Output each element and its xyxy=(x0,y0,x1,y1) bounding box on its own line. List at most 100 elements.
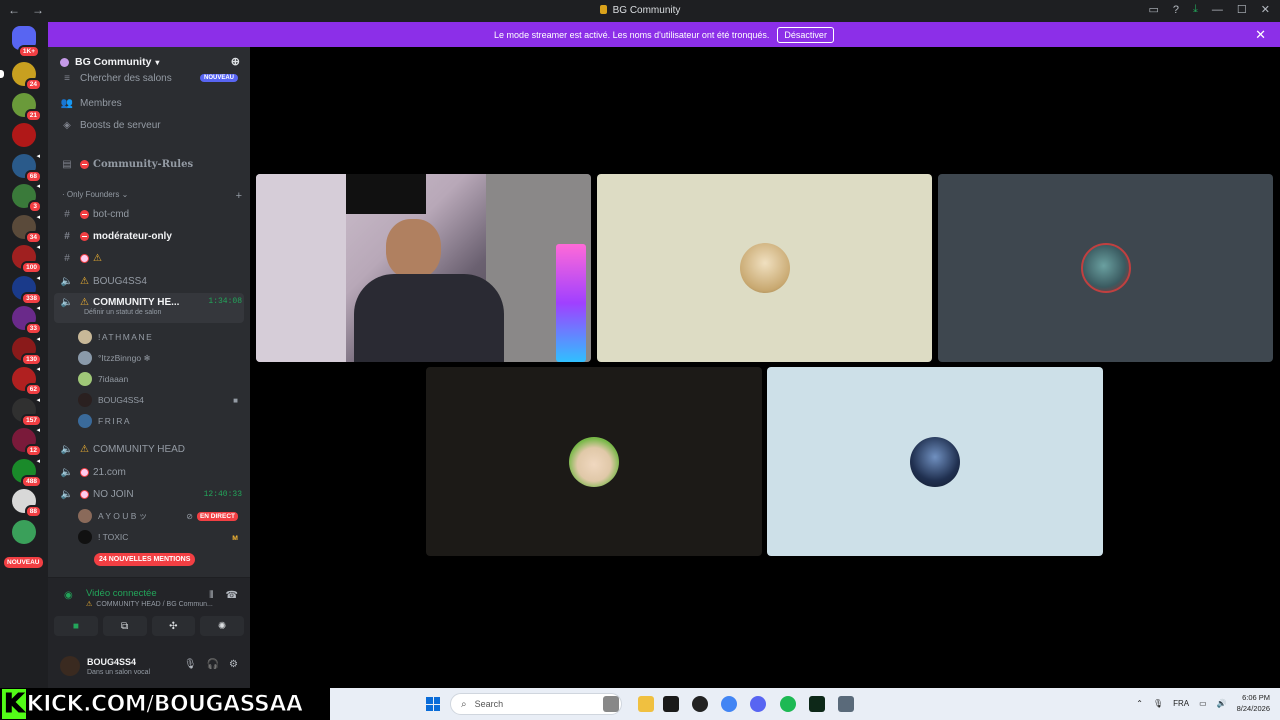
channel-status-hint[interactable]: Définir un statut de salon xyxy=(84,309,161,316)
voice-location[interactable]: ⚠ COMMUNITY HEAD / BG Commun... xyxy=(86,600,213,608)
server-icon[interactable]: 338 ◂ xyxy=(12,275,42,305)
start-windows-icon[interactable] xyxy=(426,697,440,711)
mention-badge: 488 xyxy=(21,474,42,488)
discord-icon[interactable] xyxy=(750,696,766,712)
banner-close-icon[interactable]: ✕ xyxy=(1255,27,1266,43)
speaker-icon: 🔈 xyxy=(60,297,74,308)
channel-moderateur-only[interactable]: # modérateur-only xyxy=(54,226,244,246)
soundboard-button[interactable]: ✺ xyxy=(200,616,244,636)
channel-community-head-voice[interactable]: 🔈 ⚠ COMMUNITY HEAD xyxy=(54,439,244,459)
voice-user[interactable]: BOUG4SS4 ■ xyxy=(78,391,238,409)
pc-case-lights xyxy=(556,244,586,362)
channel-warning[interactable]: # ⚠ xyxy=(54,248,244,268)
server-icon[interactable]: 488 ◂ xyxy=(12,458,42,488)
voice-status: Vidéo connectée xyxy=(86,588,157,599)
wall-backdrop xyxy=(256,174,346,362)
calculator-icon[interactable] xyxy=(838,696,854,712)
voice-user[interactable]: °ItzzBinngo ❄ xyxy=(78,349,238,367)
disable-streamer-button[interactable]: Désactiver xyxy=(777,26,834,43)
language-label[interactable]: FRA xyxy=(1173,699,1189,708)
voice-user[interactable]: ! TOXIC ᴍ xyxy=(78,528,238,546)
server-icon[interactable]: 68 ◂ xyxy=(12,153,42,183)
clock[interactable]: 6:06 PM 8/24/2026 xyxy=(1237,692,1270,714)
server-icon[interactable]: 130 ◂ xyxy=(12,336,42,366)
task-view-icon[interactable] xyxy=(603,696,619,712)
avatar[interactable] xyxy=(60,656,80,676)
kick-overlay: K KICK.COM/BOUGASSAA xyxy=(0,688,330,720)
no-entry-icon xyxy=(80,231,89,241)
mention-badge: 3 xyxy=(28,200,42,213)
spotify-icon[interactable] xyxy=(780,696,796,712)
noise-suppression-icon[interactable]: ⦀ xyxy=(209,590,213,601)
chevron-up-icon[interactable]: ⌃ xyxy=(1136,699,1143,708)
microphone-icon[interactable]: 🎙 xyxy=(1153,699,1163,708)
user-name: A Y O U B ッ xyxy=(98,511,148,521)
chrome-icon[interactable] xyxy=(721,696,737,712)
server-icon[interactable]: 21 xyxy=(12,92,42,122)
help-icon[interactable]: ? xyxy=(1173,4,1179,16)
obs-icon[interactable] xyxy=(692,696,708,712)
channel-bougass4-voice[interactable]: 🔈 ⚠ BOUG4SS4 xyxy=(54,271,244,291)
server-icon[interactable]: 12 ◂ xyxy=(12,427,42,457)
streamer-mode-banner: Le mode streamer est activé. Les noms d'… xyxy=(48,22,1280,47)
server-icon[interactable] xyxy=(12,123,36,147)
taskbar-search[interactable]: ⌕ Search xyxy=(450,693,622,715)
voice-user[interactable]: FRIRA xyxy=(78,412,238,430)
members-item[interactable]: 👥 Membres xyxy=(54,93,244,113)
voice-user[interactable]: A Y O U B ッ ⊘ EN DIRECT xyxy=(78,507,238,525)
file-explorer-icon[interactable] xyxy=(638,696,654,712)
server-icon[interactable]: 33 ◂ xyxy=(12,305,42,335)
rules-label: Community-Rules xyxy=(93,158,194,170)
user-name: FRIRA xyxy=(98,416,131,426)
video-tile-participant[interactable] xyxy=(597,174,932,362)
search-channels-item[interactable]: ≡ Chercher des salons NOUVEAU xyxy=(54,71,244,85)
boosts-item[interactable]: ◈ Boosts de serveur xyxy=(54,115,244,135)
screen-share-button[interactable]: ⧉ xyxy=(102,616,147,636)
video-tile-participant[interactable] xyxy=(426,367,762,556)
network-icon[interactable]: ▭ xyxy=(1199,699,1207,708)
video-tile-participant[interactable] xyxy=(938,174,1273,362)
mention-badge: 33 xyxy=(24,322,42,335)
server-icon[interactable]: 3 ◂ xyxy=(12,183,42,213)
download-icon[interactable]: ⤓ xyxy=(1193,3,1198,16)
microphone-icon[interactable]: 🎙 xyxy=(184,659,197,670)
no-join-icon xyxy=(80,467,89,477)
server-icon[interactable]: 157 ◂ xyxy=(12,397,42,427)
category-only-founders[interactable]: · Only Founders ⌄ + xyxy=(62,190,242,202)
channel-21com-voice[interactable]: 🔈 21.com xyxy=(54,462,244,482)
voice-user[interactable]: !ATHMANE xyxy=(78,328,238,346)
video-tile-camera[interactable] xyxy=(256,174,591,362)
channel-label: COMMUNITY HE... xyxy=(92,297,180,308)
kick-app-icon[interactable] xyxy=(809,696,825,712)
app-icon[interactable] xyxy=(663,696,679,712)
home-discord-icon[interactable]: 1K+ xyxy=(12,26,40,58)
headphones-icon[interactable]: 🎧 xyxy=(207,659,219,670)
server-icon[interactable]: 34 ◂ xyxy=(12,214,42,244)
disconnect-icon[interactable]: ☎ xyxy=(226,590,238,601)
maximize-icon[interactable]: ☐ xyxy=(1237,3,1247,16)
camera-button[interactable]: ■ xyxy=(54,616,98,636)
server-icon[interactable]: 88 xyxy=(12,489,42,518)
server-icon[interactable]: 62 ◂ xyxy=(12,366,42,396)
new-mentions-badge[interactable]: 24 NOUVELLES MENTIONS xyxy=(94,553,196,566)
settings-gear-icon[interactable]: ⚙ xyxy=(229,659,238,670)
channel-community-rules[interactable]: ▤ Community-Rules xyxy=(54,154,244,174)
server-icon[interactable]: 24 xyxy=(0,62,42,91)
user-panel: BOUG4SS4 Dans un salon vocal 🎙 🎧 ⚙ xyxy=(48,647,250,688)
video-tile-participant[interactable] xyxy=(767,367,1103,556)
close-window-icon[interactable]: ✕ xyxy=(1261,3,1270,16)
server-icon[interactable]: 100 ◂ xyxy=(12,244,42,274)
channel-no-join-voice[interactable]: 🔈 NO JOIN 12:40:33 xyxy=(54,484,244,504)
voice-user[interactable]: 7idaaan xyxy=(78,370,238,388)
volume-icon[interactable]: 🔊 xyxy=(1217,699,1227,708)
inbox-icon[interactable]: ▭ xyxy=(1149,3,1159,16)
minimize-icon[interactable]: — xyxy=(1212,4,1223,16)
activities-button[interactable]: ✣ xyxy=(151,616,196,636)
channel-bot-cmd[interactable]: # bot-cmd xyxy=(54,204,244,224)
avatar xyxy=(78,330,92,344)
voice-active-icon: ◂ xyxy=(36,305,40,312)
invite-people-icon[interactable]: ⊕ xyxy=(231,55,240,68)
add-channel-icon[interactable]: + xyxy=(236,190,242,202)
server-icon[interactable] xyxy=(12,519,36,544)
channel-community-he-voice[interactable]: 🔈 ⚠ COMMUNITY HE... 1:34:08 Définir un s… xyxy=(54,293,244,323)
